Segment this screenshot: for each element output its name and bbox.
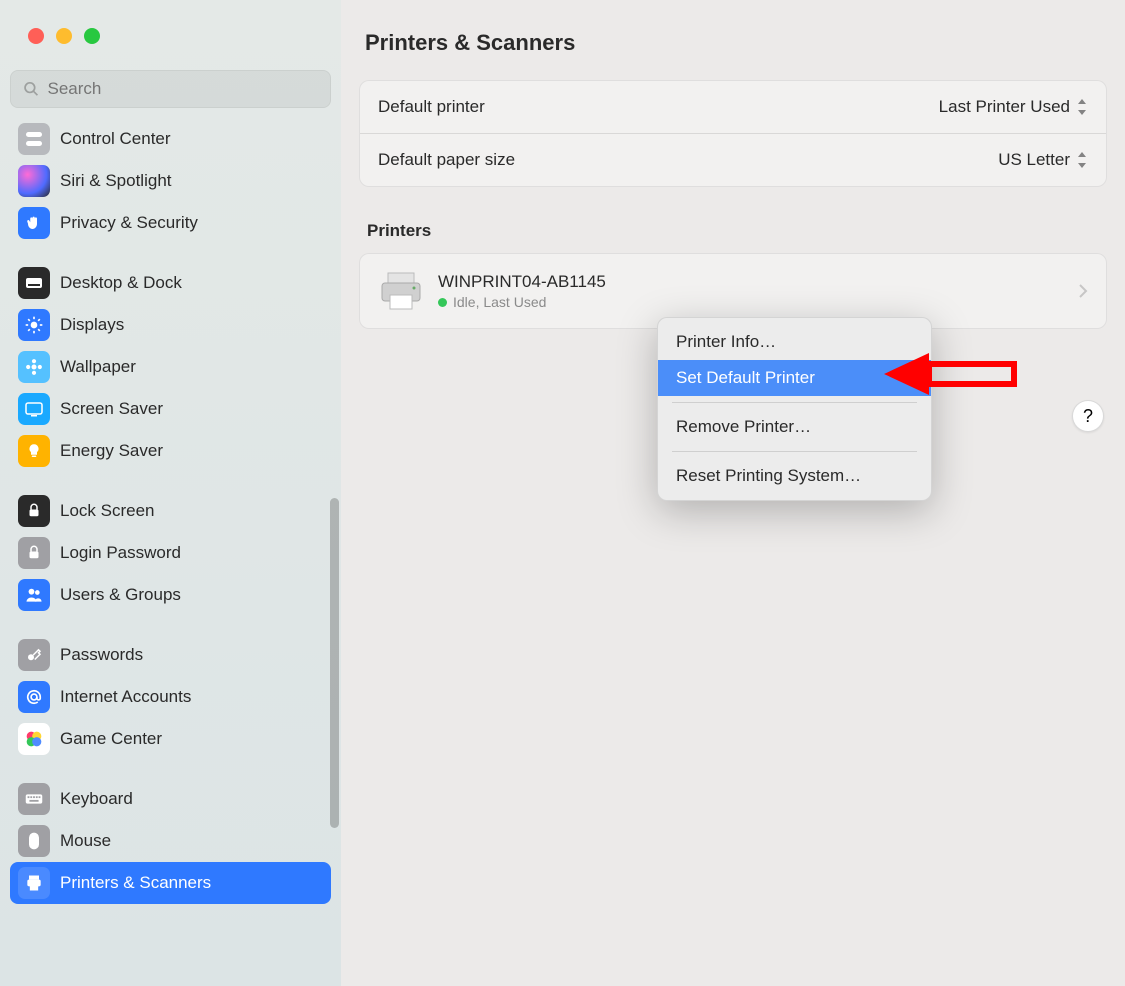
keyboard-icon [18, 783, 50, 815]
at-icon [18, 681, 50, 713]
menu-separator [672, 402, 917, 403]
close-window-button[interactable] [28, 28, 44, 44]
sidebar-item-users-groups[interactable]: Users & Groups [10, 574, 331, 616]
row-label: Default printer [378, 97, 485, 117]
sidebar-scrollbar[interactable] [328, 498, 341, 828]
sidebar-item-label: Game Center [60, 729, 162, 749]
defaults-panel: Default printer Last Printer Used Defaul… [359, 80, 1107, 187]
default-printer-row[interactable]: Default printer Last Printer Used [360, 81, 1106, 133]
sidebar-item-siri[interactable]: Siri & Spotlight [10, 160, 331, 202]
sun-icon [18, 309, 50, 341]
minimize-window-button[interactable] [56, 28, 72, 44]
control-center-icon [18, 123, 50, 155]
nav-group: Keyboard Mouse Printers & Scanners [6, 778, 335, 904]
scrollbar-thumb[interactable] [330, 498, 339, 828]
sidebar-item-label: Keyboard [60, 789, 133, 809]
page-title: Printers & Scanners [359, 30, 1107, 56]
sidebar-item-label: Control Center [60, 129, 171, 149]
menu-item-reset-printing-system[interactable]: Reset Printing System… [658, 458, 931, 494]
sidebar-item-label: Users & Groups [60, 585, 181, 605]
window: Control Center Siri & Spotlight Privacy … [0, 0, 1125, 986]
sidebar-item-displays[interactable]: Displays [10, 304, 331, 346]
search-field[interactable] [10, 70, 331, 108]
printer-info: WINPRINT04-AB1145 Idle, Last Used [438, 272, 606, 310]
gamecenter-icon [18, 723, 50, 755]
printer-name: WINPRINT04-AB1145 [438, 272, 606, 292]
annotation-arrow-icon [874, 347, 1019, 401]
key-icon [18, 639, 50, 671]
sidebar-item-mouse[interactable]: Mouse [10, 820, 331, 862]
value-text: Last Printer Used [939, 97, 1070, 117]
default-paper-value[interactable]: US Letter [998, 150, 1088, 170]
printer-status: Idle, Last Used [438, 294, 606, 310]
context-menu: Printer Info… Set Default Printer Remove… [657, 317, 932, 501]
sidebar-item-label: Printers & Scanners [60, 873, 211, 893]
chevron-up-down-icon [1076, 152, 1088, 168]
sidebar-item-printers-scanners[interactable]: Printers & Scanners [10, 862, 331, 904]
bulb-icon [18, 435, 50, 467]
printer-icon [18, 867, 50, 899]
sidebar-item-label: Mouse [60, 831, 111, 851]
lock-icon [18, 495, 50, 527]
chevron-right-icon [1078, 283, 1088, 299]
row-label: Default paper size [378, 150, 515, 170]
nav-group: Passwords Internet Accounts Game Center [6, 634, 335, 760]
flower-icon [18, 351, 50, 383]
sidebar: Control Center Siri & Spotlight Privacy … [0, 0, 341, 986]
sidebar-item-lock-screen[interactable]: Lock Screen [10, 490, 331, 532]
sidebar-item-game-center[interactable]: Game Center [10, 718, 331, 760]
help-label: ? [1083, 406, 1093, 427]
sidebar-item-login-password[interactable]: Login Password [10, 532, 331, 574]
sidebar-item-screensaver[interactable]: Screen Saver [10, 388, 331, 430]
search-icon [23, 80, 40, 98]
sidebar-item-label: Wallpaper [60, 357, 136, 377]
printer-device-icon [378, 268, 424, 314]
menu-separator [672, 451, 917, 452]
nav-group: Lock Screen Login Password Users & Group… [6, 490, 335, 616]
status-text: Idle, Last Used [453, 294, 546, 310]
nav-group: Control Center Siri & Spotlight Privacy … [6, 118, 335, 244]
chevron-up-down-icon [1076, 99, 1088, 115]
sidebar-item-label: Screen Saver [60, 399, 163, 419]
sidebar-item-label: Siri & Spotlight [60, 171, 172, 191]
hand-icon [18, 207, 50, 239]
sidebar-item-desktop-dock[interactable]: Desktop & Dock [10, 262, 331, 304]
sidebar-item-privacy[interactable]: Privacy & Security [10, 202, 331, 244]
mouse-icon [18, 825, 50, 857]
sidebar-item-label: Displays [60, 315, 124, 335]
sidebar-item-label: Login Password [60, 543, 181, 563]
zoom-window-button[interactable] [84, 28, 100, 44]
sidebar-item-label: Privacy & Security [60, 213, 198, 233]
status-dot-icon [438, 298, 447, 307]
default-printer-value[interactable]: Last Printer Used [939, 97, 1088, 117]
sidebar-item-control-center[interactable]: Control Center [10, 118, 331, 160]
menu-item-remove-printer[interactable]: Remove Printer… [658, 409, 931, 445]
traffic-lights [0, 28, 341, 44]
value-text: US Letter [998, 150, 1070, 170]
sidebar-nav: Control Center Siri & Spotlight Privacy … [0, 118, 341, 966]
help-button[interactable]: ? [1072, 400, 1104, 432]
sidebar-item-wallpaper[interactable]: Wallpaper [10, 346, 331, 388]
sidebar-item-internet-accounts[interactable]: Internet Accounts [10, 676, 331, 718]
sidebar-item-label: Internet Accounts [60, 687, 191, 707]
siri-icon [18, 165, 50, 197]
nav-group: Desktop & Dock Displays Wallpaper Screen… [6, 262, 335, 472]
screensaver-icon [18, 393, 50, 425]
sidebar-item-keyboard[interactable]: Keyboard [10, 778, 331, 820]
search-container [0, 70, 341, 118]
sidebar-item-label: Desktop & Dock [60, 273, 182, 293]
search-input[interactable] [48, 79, 319, 99]
users-icon [18, 579, 50, 611]
sidebar-item-label: Lock Screen [60, 501, 155, 521]
sidebar-item-passwords[interactable]: Passwords [10, 634, 331, 676]
dock-icon [18, 267, 50, 299]
sidebar-item-label: Energy Saver [60, 441, 163, 461]
default-paper-row[interactable]: Default paper size US Letter [360, 133, 1106, 186]
sidebar-item-label: Passwords [60, 645, 143, 665]
sidebar-item-energy[interactable]: Energy Saver [10, 430, 331, 472]
printers-section-title: Printers [367, 221, 1107, 241]
lock-icon [18, 537, 50, 569]
